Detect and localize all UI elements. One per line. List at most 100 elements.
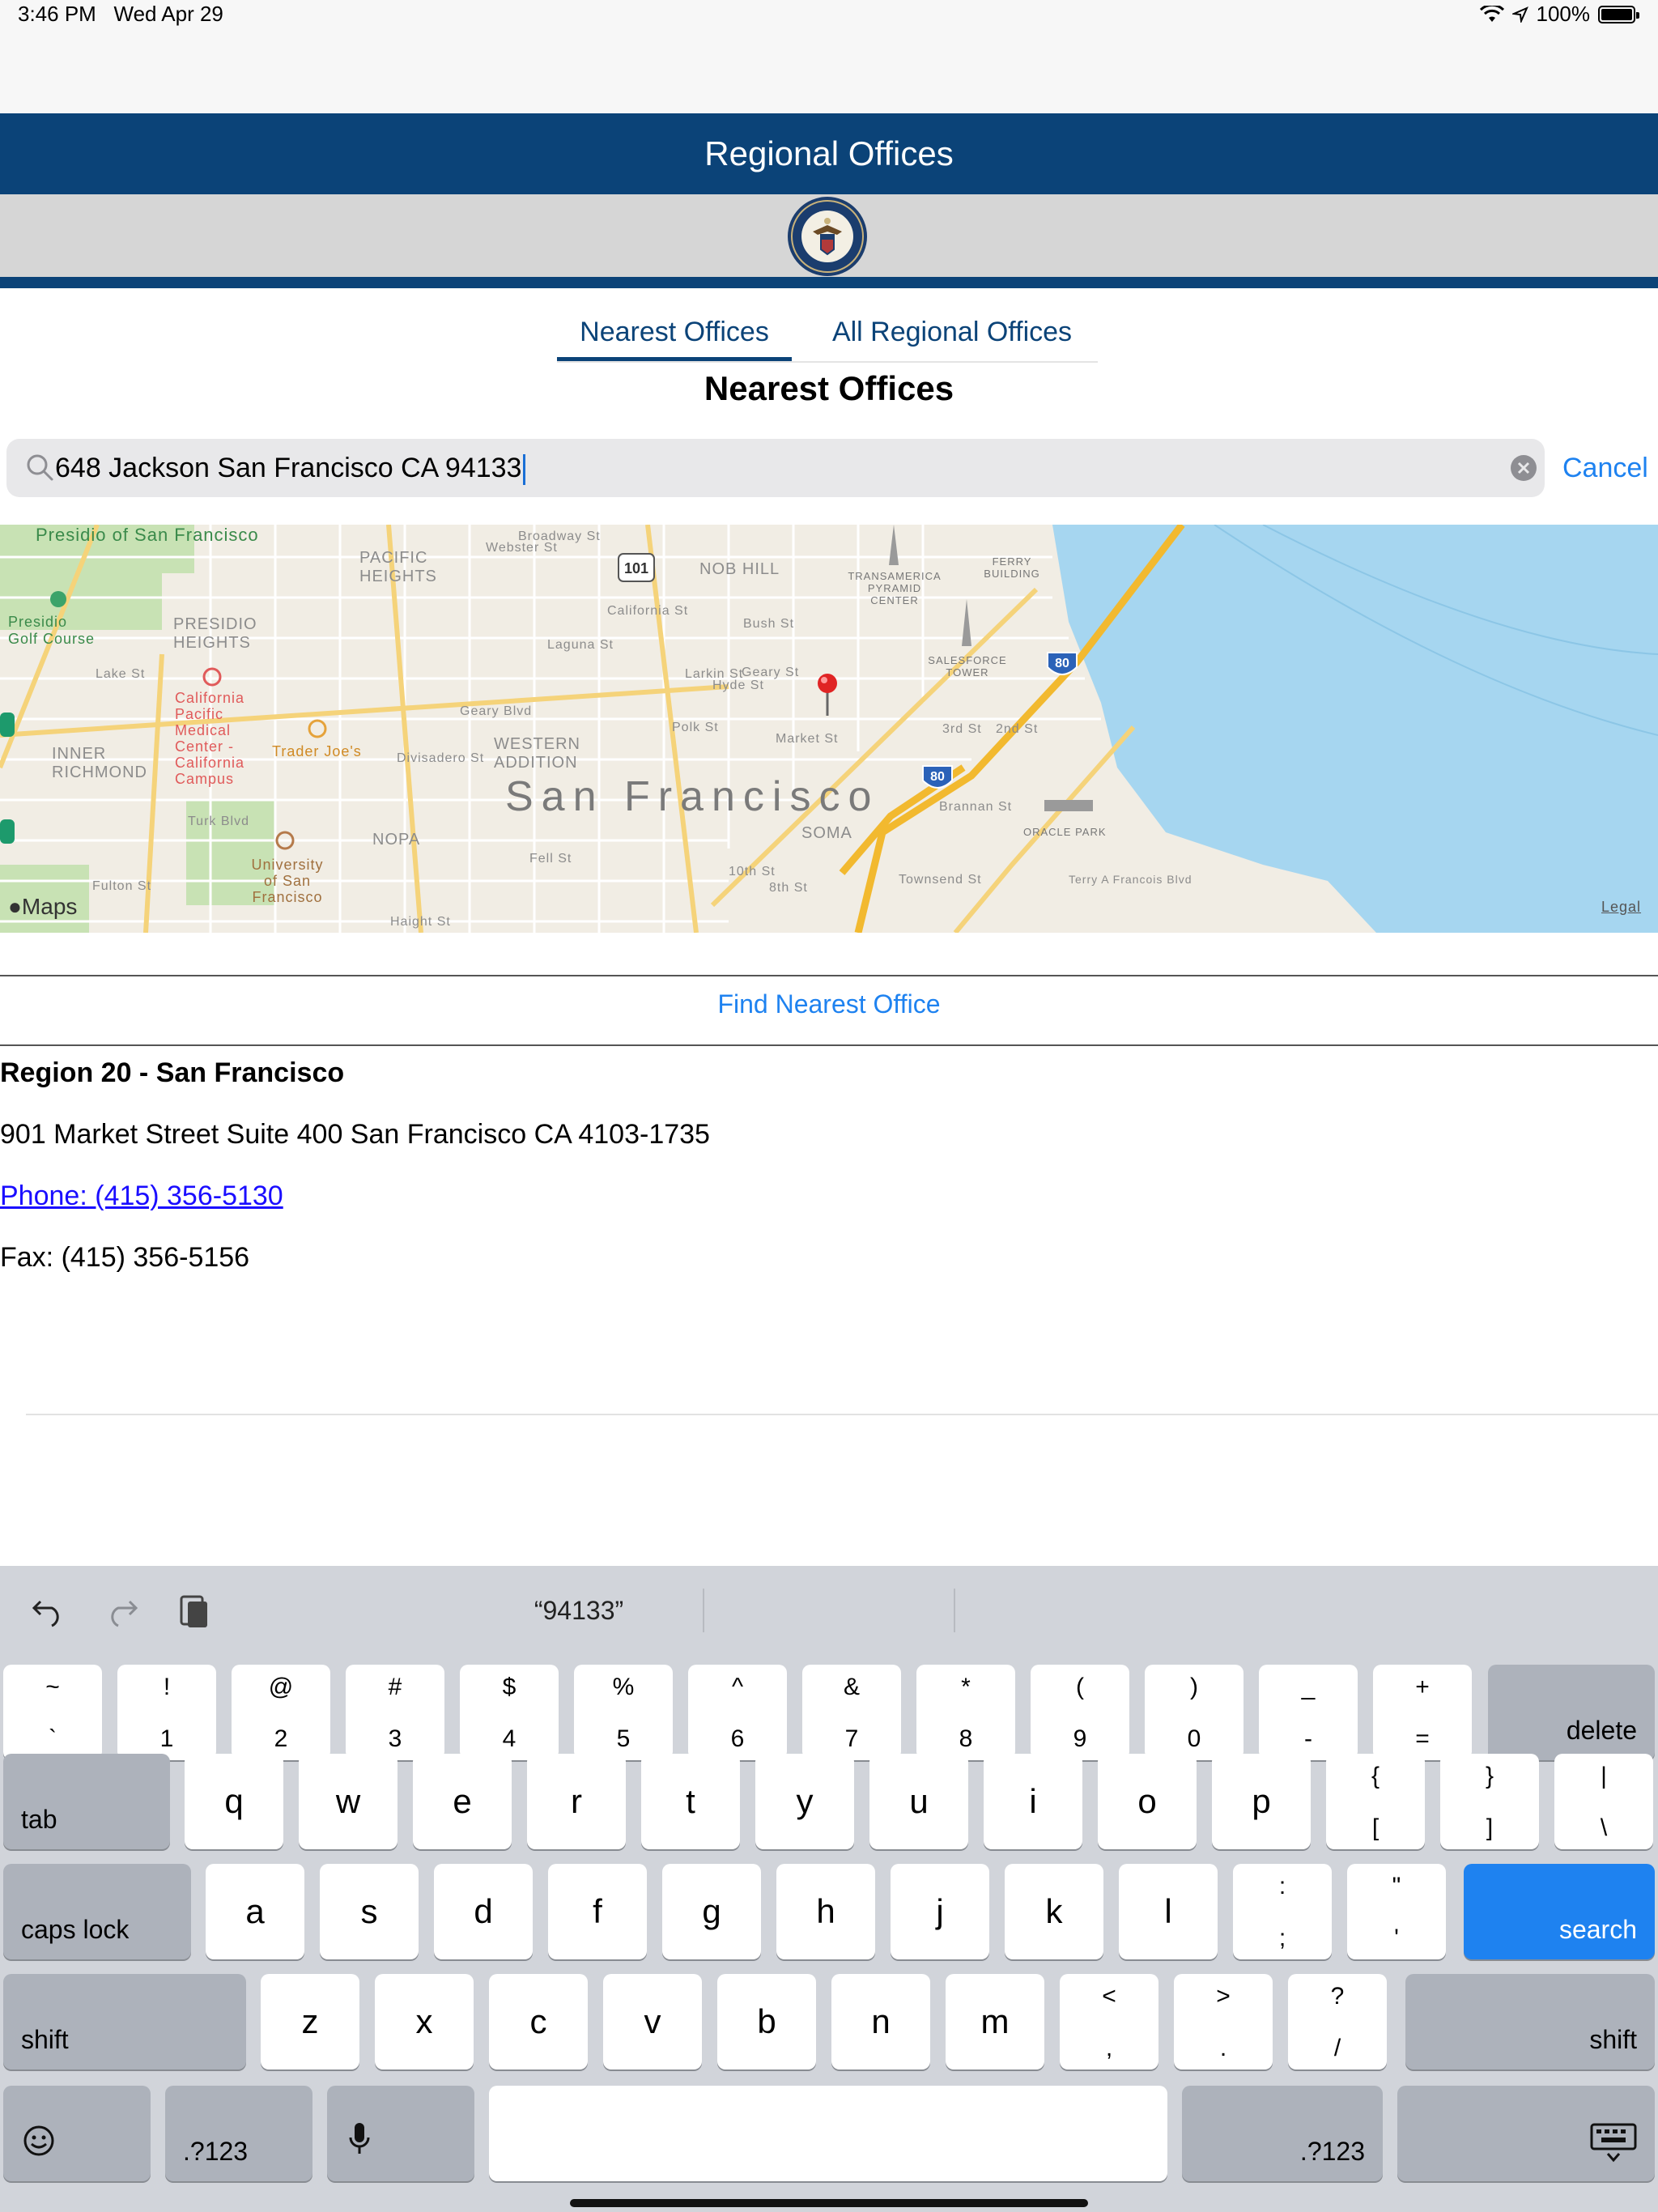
- svg-text:80: 80: [1055, 657, 1069, 670]
- key-label: [: [1371, 1814, 1380, 1841]
- key-label: ': [1394, 1925, 1399, 1951]
- key-symbol[interactable]: <,: [1060, 1974, 1158, 2069]
- map-city-label: San Francisco: [505, 773, 880, 820]
- map-street-bush: Bush St: [743, 617, 795, 631]
- key-q[interactable]: q: [185, 1754, 283, 1849]
- key-u[interactable]: u: [869, 1754, 968, 1849]
- space-bar[interactable]: [489, 2086, 1167, 2181]
- map-street-brannan: Brannan St: [939, 800, 1013, 814]
- map-street-townsend: Townsend St: [899, 873, 982, 887]
- keyboard-dismiss-icon: [1590, 2123, 1637, 2163]
- key-t[interactable]: t: [641, 1754, 740, 1849]
- key-symbol[interactable]: {[: [1326, 1754, 1425, 1849]
- key-f[interactable]: f: [548, 1864, 647, 1959]
- key-label: ^: [731, 1674, 744, 1700]
- key-label: #: [388, 1674, 402, 1700]
- key-`[interactable]: ~ `: [3, 1665, 102, 1760]
- key-label: u: [909, 1782, 929, 1820]
- search-field[interactable]: 648 Jackson San Francisco CA 94133: [6, 439, 1545, 497]
- map-place-usf: University of San Francisco: [251, 857, 324, 905]
- key-9[interactable]: (9: [1031, 1665, 1129, 1760]
- key-label: m: [980, 2002, 1010, 2040]
- key-h[interactable]: h: [776, 1864, 875, 1959]
- key-label: 9: [1073, 1725, 1087, 1752]
- shift-left-key[interactable]: shift: [3, 1974, 246, 2069]
- key-4[interactable]: $4: [460, 1665, 559, 1760]
- key-v[interactable]: v: [603, 1974, 702, 2069]
- key-d[interactable]: d: [434, 1864, 533, 1959]
- tab-key[interactable]: tab: [3, 1754, 170, 1849]
- key-label: s: [360, 1892, 378, 1930]
- key-a[interactable]: a: [206, 1864, 304, 1959]
- key-symbol[interactable]: | \: [1554, 1754, 1653, 1849]
- map-place-transamerica: TRANSAMERICA PYRAMID CENTER: [848, 570, 942, 606]
- key-label: &: [843, 1674, 860, 1700]
- key-z[interactable]: z: [261, 1974, 359, 2069]
- search-input[interactable]: 648 Jackson San Francisco CA 94133: [55, 439, 526, 497]
- key-1[interactable]: ! 1: [117, 1665, 216, 1760]
- key-label: +: [1415, 1674, 1430, 1700]
- cancel-button[interactable]: Cancel: [1562, 439, 1648, 497]
- dictation-key[interactable]: [327, 2086, 474, 2181]
- key-7[interactable]: & 7: [802, 1665, 901, 1760]
- key-label: a: [245, 1892, 265, 1930]
- key-n[interactable]: n: [831, 1974, 930, 2069]
- delete-key[interactable]: delete: [1488, 1665, 1655, 1760]
- key-label: z: [301, 2002, 319, 2040]
- key-label: t: [686, 1782, 695, 1820]
- paste-icon[interactable]: [176, 1590, 212, 1631]
- key-0[interactable]: ) 0: [1145, 1665, 1244, 1760]
- find-nearest-office-button[interactable]: Find Nearest Office: [0, 989, 1658, 1019]
- numbers-key-left[interactable]: .?123: [165, 2086, 312, 2181]
- key-symbol[interactable]: }]: [1440, 1754, 1539, 1849]
- key-6[interactable]: ^ 6: [688, 1665, 787, 1760]
- tab-all-regional-offices[interactable]: All Regional Offices: [814, 306, 1090, 361]
- key-symbol[interactable]: " ': [1347, 1864, 1446, 1959]
- key-x[interactable]: x: [375, 1974, 474, 2069]
- key-symbol[interactable]: ? /: [1288, 1974, 1387, 2069]
- key-b[interactable]: b: [717, 1974, 816, 2069]
- key-g[interactable]: g: [662, 1864, 761, 1959]
- key-8[interactable]: * 8: [916, 1665, 1015, 1760]
- tab-nearest-offices[interactable]: Nearest Offices: [557, 306, 792, 361]
- redo-icon[interactable]: [104, 1595, 139, 1627]
- key--[interactable]: _ -: [1259, 1665, 1358, 1760]
- key-p[interactable]: p: [1212, 1754, 1311, 1849]
- key-m[interactable]: m: [946, 1974, 1044, 2069]
- key-i[interactable]: i: [984, 1754, 1082, 1849]
- key-label: shift: [21, 2025, 69, 2054]
- key-label: e: [453, 1782, 472, 1820]
- key-5[interactable]: % 5: [574, 1665, 673, 1760]
- autocorrect-suggestion[interactable]: “94133”: [453, 1566, 704, 1655]
- key-symbol[interactable]: >.: [1174, 1974, 1273, 2069]
- numbers-key-right[interactable]: .?123: [1182, 2086, 1383, 2181]
- key-j[interactable]: j: [891, 1864, 989, 1959]
- hide-keyboard-key[interactable]: [1397, 2086, 1655, 2181]
- key-label: w: [335, 1782, 361, 1820]
- key-l[interactable]: l: [1119, 1864, 1218, 1959]
- map-street-polk: Polk St: [672, 721, 719, 734]
- map-street-market: Market St: [776, 732, 839, 746]
- caps-lock-key[interactable]: caps lock: [3, 1864, 191, 1959]
- key-label: 2: [274, 1725, 288, 1752]
- search-key[interactable]: search: [1464, 1864, 1655, 1959]
- key-w[interactable]: w: [299, 1754, 397, 1849]
- key-s[interactable]: s: [320, 1864, 419, 1959]
- key-symbol[interactable]: :;: [1233, 1864, 1332, 1959]
- office-phone-link[interactable]: Phone: (415) 356-5130: [0, 1180, 283, 1212]
- key-3[interactable]: #3: [346, 1665, 444, 1760]
- map-legal-link[interactable]: Legal: [1601, 899, 1641, 916]
- key-c[interactable]: c: [489, 1974, 588, 2069]
- shift-right-key[interactable]: shift: [1405, 1974, 1655, 2069]
- key-2[interactable]: @2: [232, 1665, 330, 1760]
- key-e[interactable]: e: [413, 1754, 512, 1849]
- key-o[interactable]: o: [1098, 1754, 1197, 1849]
- emoji-key[interactable]: [3, 2086, 151, 2181]
- clear-text-icon[interactable]: [1509, 453, 1538, 483]
- key-r[interactable]: r: [527, 1754, 626, 1849]
- key-=[interactable]: + =: [1373, 1665, 1472, 1760]
- undo-icon[interactable]: [31, 1595, 66, 1627]
- key-k[interactable]: k: [1005, 1864, 1103, 1959]
- map-view[interactable]: 101 80 80 Presidio of San Francisco Pres…: [0, 525, 1658, 933]
- key-y[interactable]: y: [755, 1754, 854, 1849]
